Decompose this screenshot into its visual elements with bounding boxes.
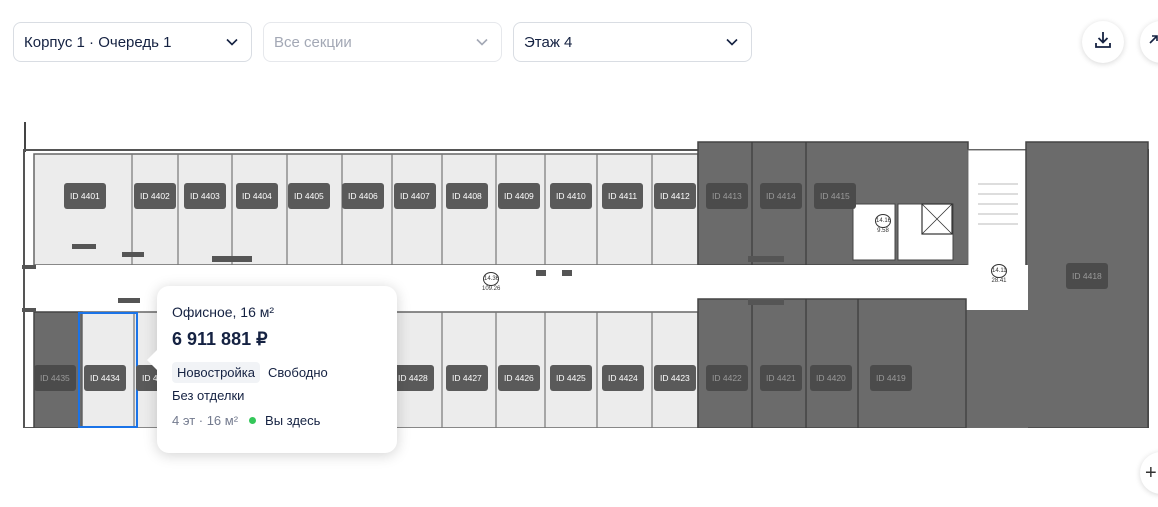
tooltip-price: 6 911 881 ₽ xyxy=(172,329,268,349)
unit-4412[interactable]: ID 4412 xyxy=(654,183,696,209)
unit-4415[interactable]: ID 4415 xyxy=(814,183,856,209)
unit-4408[interactable]: ID 4408 xyxy=(446,183,488,209)
download-icon xyxy=(1093,30,1113,55)
tooltip-tags: Новостройка Свободно xyxy=(172,362,382,383)
room-mark: 14.16 9.58 xyxy=(874,214,892,234)
expand-icon xyxy=(1148,33,1158,52)
chevron-down-icon xyxy=(475,35,489,49)
unit-4425[interactable]: ID 4425 xyxy=(550,365,592,391)
chevron-down-icon xyxy=(225,35,239,49)
unit-4410[interactable]: ID 4410 xyxy=(550,183,592,209)
building-select-value: Корпус 1 · Очередь 1 xyxy=(24,33,172,51)
unit-4401[interactable]: ID 4401 xyxy=(64,183,106,209)
unit-4406[interactable]: ID 4406 xyxy=(342,183,384,209)
unit-4418[interactable]: ID 4418 xyxy=(1066,263,1108,289)
unit-4434[interactable]: ID 4434 xyxy=(84,365,126,391)
plus-icon: + xyxy=(1145,461,1157,484)
unit-4414[interactable]: ID 4414 xyxy=(760,183,802,209)
unit-4403[interactable]: ID 4403 xyxy=(184,183,226,209)
unit-4422[interactable]: ID 4422 xyxy=(706,365,748,391)
section-select-placeholder: Все секции xyxy=(274,33,352,51)
unit-4421[interactable]: ID 4421 xyxy=(760,365,802,391)
section-select[interactable]: Все секции xyxy=(263,22,502,62)
unit-4435[interactable]: ID 4435 xyxy=(34,365,76,391)
unit-4411[interactable]: ID 4411 xyxy=(602,183,644,209)
unit-4404[interactable]: ID 4404 xyxy=(236,183,278,209)
tooltip-finish: Без отделки xyxy=(172,388,245,403)
floor-select-value: Этаж 4 xyxy=(524,33,573,51)
tooltip-tail xyxy=(147,350,157,370)
unit-4407[interactable]: ID 4407 xyxy=(394,183,436,209)
unit-4405[interactable]: ID 4405 xyxy=(288,183,330,209)
download-button[interactable] xyxy=(1082,21,1124,63)
room-mark: 14.11 28.41 xyxy=(990,264,1008,284)
unit-4419[interactable]: ID 4419 xyxy=(870,365,912,391)
unit-4423[interactable]: ID 4423 xyxy=(654,365,696,391)
status-dot-icon xyxy=(249,417,257,424)
unit-4409[interactable]: ID 4409 xyxy=(498,183,540,209)
tooltip-status: Вы здесь xyxy=(265,413,321,428)
expand-button[interactable] xyxy=(1140,21,1158,63)
unit-4420[interactable]: ID 4420 xyxy=(810,365,852,391)
unit-4413[interactable]: ID 4413 xyxy=(706,183,748,209)
room-mark: 14.36 109.26 xyxy=(482,272,500,292)
zoom-in-button[interactable]: + xyxy=(1140,452,1158,494)
tag-availability: Свободно xyxy=(268,365,328,380)
unit-4427[interactable]: ID 4427 xyxy=(446,365,488,391)
unit-4428[interactable]: ID 4428 xyxy=(392,365,434,391)
unit-4426[interactable]: ID 4426 xyxy=(498,365,540,391)
unit-tooltip: Офисное, 16 м² 6 911 881 ₽ Новостройка С… xyxy=(147,286,397,453)
tooltip-title: Офисное, 16 м² xyxy=(172,304,275,320)
tag-new-building: Новостройка xyxy=(172,362,260,383)
tooltip-meta: 4 эт · 16 м² Вы здесь xyxy=(172,413,382,428)
floor-select[interactable]: Этаж 4 xyxy=(513,22,752,62)
unit-4424[interactable]: ID 4424 xyxy=(602,365,644,391)
unit-4402[interactable]: ID 4402 xyxy=(134,183,176,209)
building-select[interactable]: Корпус 1 · Очередь 1 xyxy=(13,22,252,62)
tooltip-floor-area: 4 эт · 16 м² xyxy=(172,413,239,428)
chevron-down-icon xyxy=(725,35,739,49)
